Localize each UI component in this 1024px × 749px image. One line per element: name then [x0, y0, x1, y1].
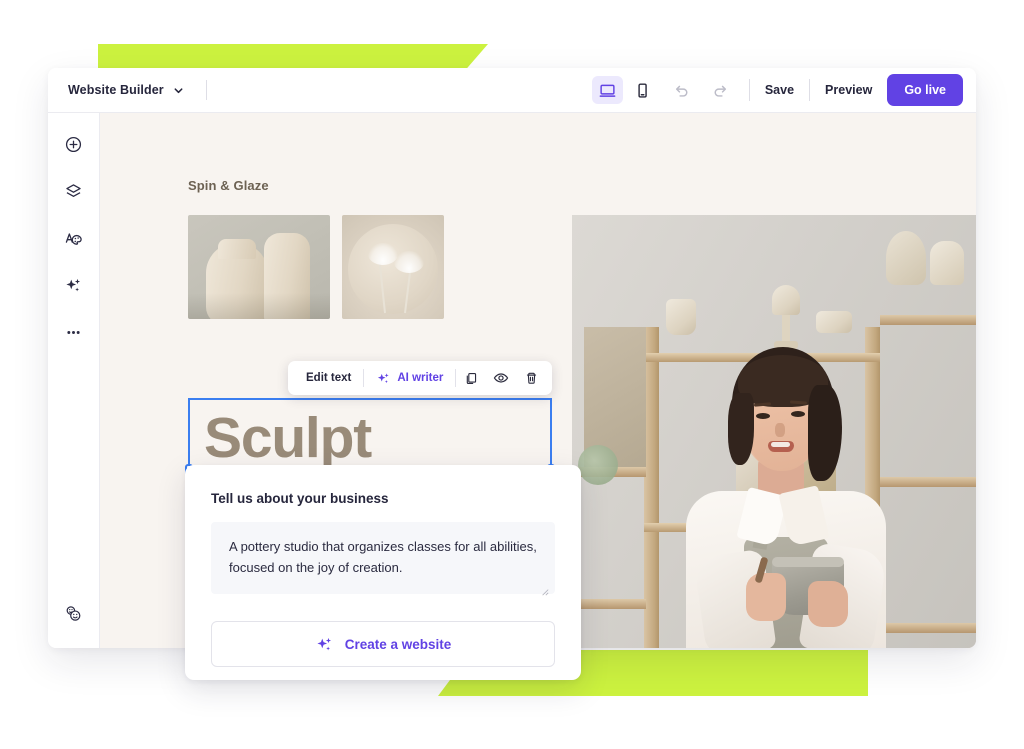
- sidebar-item-collaborators[interactable]: [57, 596, 91, 630]
- delete-button[interactable]: [516, 371, 546, 386]
- mobile-phone-icon: [638, 82, 647, 98]
- nose: [775, 423, 785, 437]
- toolbar-actions: Save Preview Go live: [591, 74, 963, 106]
- toolbar-divider: [205, 80, 207, 100]
- layers-icon: [66, 183, 81, 197]
- element-toolbar: Edit text AI writer: [288, 361, 553, 395]
- ceramic-pot: [666, 299, 696, 335]
- chevron-down-icon: [173, 85, 184, 96]
- vases-image: [188, 215, 330, 319]
- toolbar-divider: [809, 79, 811, 101]
- top-toolbar: Website Builder Save Preview Go live: [48, 68, 976, 113]
- preview-button[interactable]: Preview: [823, 79, 874, 101]
- text-palette-icon: [65, 232, 82, 245]
- duplicate-button[interactable]: [456, 371, 486, 386]
- shelf-post: [644, 327, 659, 648]
- dried-flowers-thumbnail[interactable]: [342, 215, 444, 319]
- desktop-view-button[interactable]: [591, 76, 623, 104]
- plate-shape: [348, 224, 438, 315]
- ai-writer-button[interactable]: AI writer: [364, 361, 455, 395]
- flowers-image: [342, 215, 444, 319]
- plant-shape: [578, 445, 618, 485]
- create-website-label: Create a website: [344, 636, 452, 652]
- sidebar-item-more[interactable]: [57, 315, 91, 349]
- go-live-button[interactable]: Go live: [887, 74, 963, 106]
- business-description-input[interactable]: [211, 522, 555, 594]
- vase-neck-shape: [218, 239, 256, 259]
- create-website-button[interactable]: Create a website: [211, 621, 555, 667]
- shelf-board: [880, 315, 976, 325]
- redo-arrow-icon: [714, 85, 726, 97]
- two-faces-icon: [66, 605, 81, 621]
- eye-icon: [494, 373, 509, 383]
- duplicate-icon: [466, 372, 477, 384]
- sidebar-item-theme[interactable]: [57, 221, 91, 255]
- eye: [756, 413, 770, 419]
- brand-menu[interactable]: Website Builder: [68, 83, 184, 97]
- teeth: [771, 442, 790, 447]
- edit-text-button[interactable]: Edit text: [294, 361, 363, 395]
- potter-holding-bowl-photo[interactable]: [572, 215, 976, 648]
- plus-circle-icon: [65, 136, 82, 152]
- site-title: Spin & Glaze: [188, 178, 269, 193]
- pottery-vases-thumbnail[interactable]: [188, 215, 330, 319]
- toolbar-divider: [748, 79, 750, 101]
- ceramic-goblet: [772, 285, 800, 315]
- undo-arrow-icon: [675, 85, 688, 97]
- right-hand: [808, 581, 848, 627]
- hair-strand: [808, 385, 842, 481]
- potter-figure: [680, 341, 892, 648]
- shelf-board: [576, 599, 646, 609]
- save-button[interactable]: Save: [763, 79, 796, 101]
- sparkle-icon: [317, 637, 331, 650]
- goblet-stem: [782, 315, 790, 341]
- eye: [791, 411, 805, 417]
- sidebar-item-layers[interactable]: [57, 174, 91, 208]
- trash-icon: [526, 372, 537, 384]
- sparkle-icon: [378, 372, 390, 383]
- flower-puff: [394, 251, 424, 273]
- undo-button[interactable]: [666, 76, 697, 104]
- panel-title: Tell us about your business: [211, 491, 389, 506]
- ceramic-pot: [930, 241, 964, 285]
- sparkle-icon: [66, 278, 81, 291]
- clay-bowl-rim: [772, 557, 844, 567]
- left-hand: [746, 573, 786, 621]
- brand-label: Website Builder: [68, 83, 164, 97]
- ai-writer-label: AI writer: [397, 372, 444, 384]
- sidebar-item-ai-tools[interactable]: [57, 268, 91, 302]
- desktop-monitor-icon: [599, 84, 616, 97]
- ellipsis-icon: [67, 330, 80, 334]
- ai-prompt-panel: Tell us about your business Create a web…: [185, 465, 581, 680]
- left-sidebar: [48, 113, 100, 648]
- shelf-board: [880, 477, 976, 487]
- ceramic-bowl: [816, 311, 852, 333]
- sidebar-item-add[interactable]: [57, 127, 91, 161]
- hair-strand: [728, 393, 754, 465]
- edit-text-label: Edit text: [306, 372, 352, 384]
- redo-button[interactable]: [705, 76, 736, 104]
- ceramic-pot: [886, 231, 926, 285]
- image-shadow: [188, 293, 330, 319]
- mobile-view-button[interactable]: [627, 76, 658, 104]
- visibility-button[interactable]: [486, 370, 516, 386]
- shelf-board: [880, 623, 976, 633]
